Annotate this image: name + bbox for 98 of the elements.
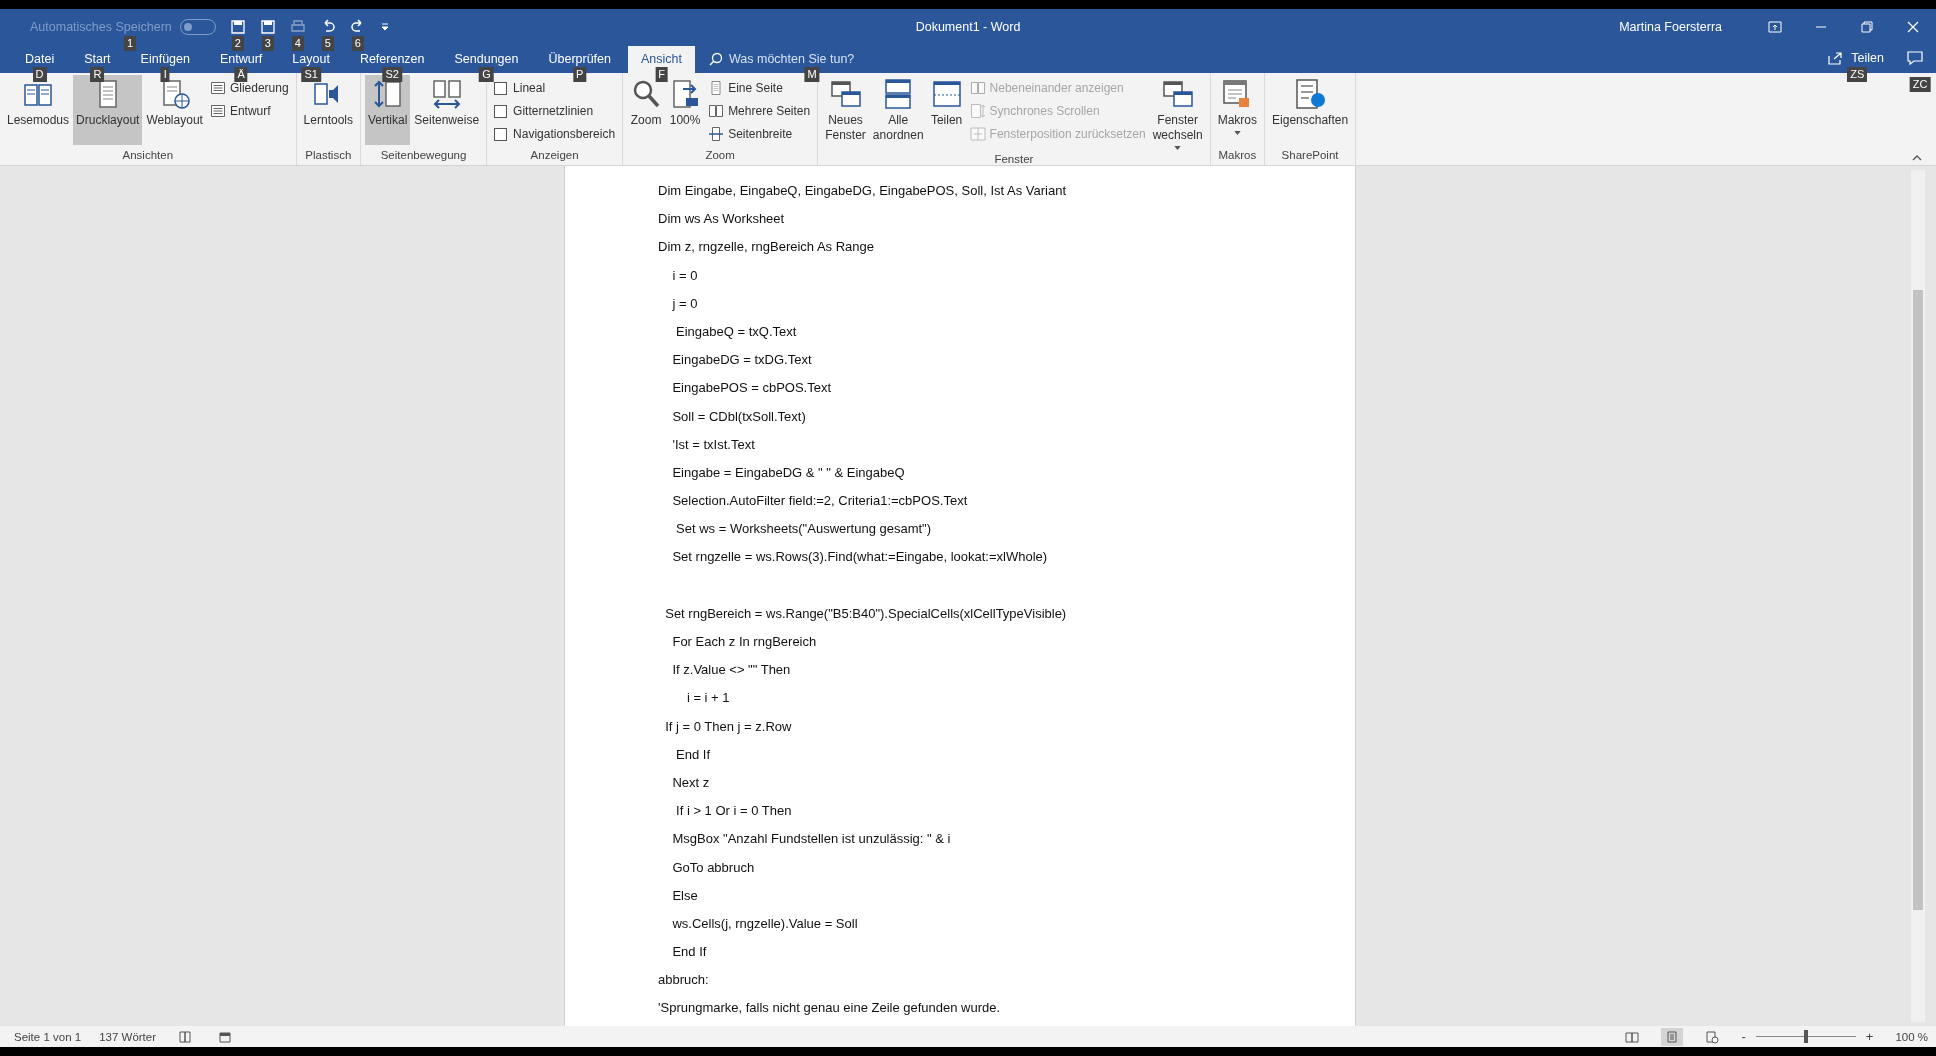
customize-caret-icon[interactable] — [379, 21, 390, 32]
keytip-badge: ZS — [1847, 67, 1868, 82]
keytip-badge: D — [32, 67, 47, 82]
checkbox[interactable] — [494, 104, 508, 118]
code-line: Else — [671, 886, 698, 905]
ribbon-button[interactable]: Teilen — [927, 75, 966, 145]
code-line: If j = 0 Then j = z.Row — [664, 717, 792, 736]
lines-icon — [209, 103, 226, 119]
list-icon — [209, 80, 226, 96]
zoom-in-button[interactable]: + — [1865, 1029, 1874, 1044]
keytip-badge: M — [804, 67, 820, 82]
page-width-icon — [708, 126, 725, 142]
group-label: Anzeigen — [529, 149, 580, 163]
code-line: abbruch: — [658, 971, 709, 990]
group-label: Fenster — [993, 153, 1035, 167]
collapse-ribbon-icon[interactable] — [1912, 155, 1922, 161]
code-line: Set rngzelle = ws.Rows(3).Find(what:=Eingabe, lookat:=xlWhole) — [671, 548, 1048, 567]
two-pages-icon — [708, 103, 725, 119]
code-line: Dim Eingabe, EingabeQ, EingabeDG, EingabePOS, Soll, Ist As Variant — [658, 182, 1067, 200]
window-reset-icon — [969, 126, 986, 142]
keytip-badge: 2 — [231, 35, 244, 51]
ribbon-small-button[interactable]: Mehrere Seiten — [705, 100, 814, 122]
keytip-badge: I — [160, 67, 170, 82]
keytip-badge: S1 — [301, 67, 321, 82]
code-line: Set ws = Worksheets("Auswertung gesamt") — [675, 520, 932, 539]
code-line: 'Ist = txIst.Text — [671, 435, 755, 454]
ribbon-button[interactable]: Makros — [1214, 75, 1261, 145]
group-label: Zoom — [704, 149, 736, 163]
code-line: ws.Cells(j, rngzelle).Value = Soll — [671, 914, 858, 933]
keytip-badge: 1 — [123, 35, 137, 51]
window-title: Dokument1 - Word — [915, 19, 1021, 34]
group-label: Plastisch — [304, 149, 353, 163]
group-label: Makros — [1217, 149, 1258, 163]
keytip-badge: 4 — [291, 35, 304, 51]
windows-icon — [1161, 78, 1194, 110]
sideways-pages-icon — [430, 78, 463, 110]
ribbon-small-button[interactable]: Entwurf — [206, 100, 292, 122]
keytip-badge: 5 — [321, 35, 334, 51]
code-line: End If — [671, 943, 707, 962]
keytip-badge: R — [90, 67, 105, 82]
code-line: EingabePOS = cbPOS.Text — [671, 379, 832, 398]
group-label: Ansichten — [121, 149, 175, 163]
keytip-badge: 3 — [261, 35, 274, 51]
keytip-badge: 6 — [351, 35, 364, 51]
vertical-arrow-icon — [371, 78, 404, 110]
scroll-sync-icon — [969, 103, 986, 119]
checkbox[interactable] — [494, 81, 508, 95]
split-window-icon — [930, 78, 963, 110]
code-line: If z.Value <> "" Then — [671, 661, 791, 680]
checkbox-option[interactable]: Navigationsbereich — [491, 123, 619, 145]
checkbox[interactable] — [494, 127, 508, 141]
keytip-badge: ZC — [1909, 77, 1931, 92]
ribbon-button[interactable]: Alle anordnen — [869, 75, 927, 146]
vertical-scrollbar[interactable] — [1911, 170, 1925, 1022]
code-line: 'Sprungmarke, falls nicht genau eine Zeile gefunden wurde. — [658, 999, 1001, 1018]
code-line: MsgBox "Anzahl Fundstellen ist unzulässig: " & i — [671, 830, 951, 849]
ribbon-button[interactable]: 100% — [666, 75, 705, 145]
code-line: Soll = CDbl(txSoll.Text) — [671, 407, 806, 426]
checklist-icon — [1294, 78, 1327, 110]
search-icon — [709, 52, 723, 66]
code-line: i = 0 — [671, 266, 698, 285]
keytip-badge: Ä — [234, 67, 248, 82]
code-line: End If — [675, 745, 711, 764]
ribbon-button[interactable]: Neues Fenster — [822, 75, 869, 146]
code-line: For Each z In rngBereich — [671, 633, 817, 651]
word-count[interactable]: 137 Wörter — [99, 1030, 157, 1043]
group-label: Seitenbewegung — [379, 149, 468, 163]
code-line: GoTo abbruch — [671, 858, 755, 877]
ribbon-button[interactable]: Fenster wechseln — [1149, 75, 1206, 153]
print-layout-icon[interactable] — [1661, 1027, 1684, 1046]
keytip-badge: P — [573, 67, 587, 82]
save-icon[interactable] — [229, 18, 246, 35]
code-line: EingabeQ = txQ.Text — [675, 322, 797, 341]
code-line: If i > 1 Or i = 0 Then — [675, 802, 792, 821]
code-line: Selection.AutoFilter field:=2, Criteria1:=cbPOS.Text — [671, 492, 968, 511]
ribbon-button[interactable]: Eigenschaften — [1269, 75, 1352, 145]
group-label: SharePoint — [1280, 149, 1340, 163]
code-line: Next z — [671, 773, 710, 792]
windows-icon — [829, 78, 862, 110]
code-line: i = i + 1 — [685, 689, 730, 708]
keytip-badge: S2 — [382, 67, 402, 82]
code-line: Dim z, rngzelle, rngBereich As Range — [658, 238, 875, 257]
code-line: Set rngBereich = ws.Range("B5:B40").SpecialCells(xlCellTypeVisible) — [664, 604, 1067, 623]
two-pages-icon — [969, 80, 986, 96]
ribbon-small-button[interactable]: Seitenbreite — [705, 123, 814, 145]
code-line: Dim ws As Worksheet — [658, 210, 785, 229]
zoom-out-button[interactable]: - — [1741, 1029, 1746, 1044]
keytip-badge: G — [479, 67, 494, 82]
share-icon — [1827, 50, 1844, 66]
keytip-badge: F — [655, 67, 668, 82]
checkbox-option[interactable]: Gitternetzlinien — [491, 100, 619, 122]
code-line: EingabeDG = txDG.Text — [671, 351, 812, 370]
zoom-level[interactable]: 100 % — [1895, 1030, 1928, 1043]
user-name: Martina Foersterra — [1619, 19, 1722, 34]
code-line: j = 0 — [671, 294, 698, 313]
autosave-label: Automatisches Speichern — [30, 19, 172, 34]
code-line: Eingabe = EingabeDG & " " & EingabeQ — [671, 463, 905, 482]
page-count[interactable]: Seite 1 von 1 — [14, 1030, 82, 1043]
